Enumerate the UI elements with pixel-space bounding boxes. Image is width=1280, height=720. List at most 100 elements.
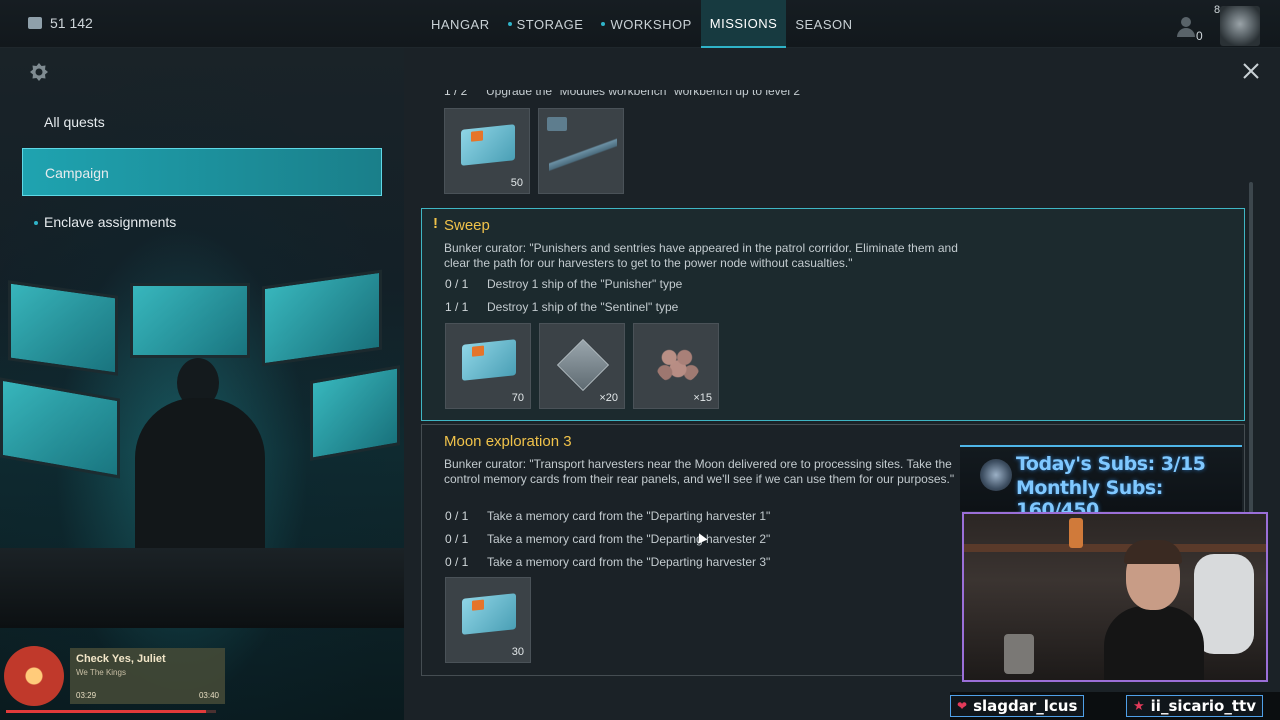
category-enclave-assignments[interactable]: Enclave assignments: [22, 198, 382, 246]
reward-quantity: 50: [510, 177, 523, 189]
game-window: 51 142 HANGAR STORAGE WORKSHOP MISSIONS …: [0, 0, 1280, 720]
reward-item-ore[interactable]: ×15: [633, 323, 719, 409]
friend-icon-body: [1177, 28, 1195, 37]
top-bar: 51 142 HANGAR STORAGE WORKSHOP MISSIONS …: [0, 0, 1280, 48]
skull-badge-icon: [980, 459, 1012, 491]
quest-categories-panel: All quests Campaign Enclave assignments: [0, 48, 404, 720]
tab-label: STORAGE: [516, 16, 584, 32]
notification-dot-icon: [34, 221, 38, 226]
reward-item-card[interactable]: 30: [445, 577, 531, 663]
silhouette-body: [135, 398, 265, 558]
ore-pile-icon: [656, 346, 700, 384]
tab-storage[interactable]: STORAGE: [499, 0, 593, 48]
objective-progress: 1 / 2: [444, 90, 468, 98]
settings-gear-icon[interactable]: [29, 62, 49, 82]
objective-progress: 0 / 1: [445, 555, 469, 569]
objective-text: Destroy 1 ship of the "Sentinel" type: [487, 300, 679, 314]
quest-card-sweep[interactable]: ! Sweep Bunker curator: "Punishers and s…: [421, 208, 1245, 421]
reward-item-card[interactable]: 50: [444, 108, 530, 194]
player-level: 8: [1214, 4, 1221, 16]
now-playing-widget: Check Yes, Juliet We The Kings 03:29 03:…: [0, 646, 230, 716]
friends-count: 0: [1196, 29, 1203, 43]
monitor-shape: [8, 280, 118, 376]
song-title: Check Yes, Juliet: [76, 653, 166, 665]
song-progress-fill: [6, 710, 206, 713]
star-icon: ★: [1133, 698, 1145, 714]
currency-display: 51 142: [28, 15, 93, 31]
objective-progress: 0 / 1: [445, 509, 469, 523]
webcam-feed: [962, 512, 1268, 682]
song-progress-bar: [6, 710, 216, 713]
monitor-shape: [0, 377, 120, 479]
quest-description: Bunker curator: "Transport harvesters ne…: [444, 457, 955, 486]
tab-hangar[interactable]: HANGAR: [422, 0, 499, 48]
category-label: Enclave assignments: [44, 214, 177, 230]
objective-progress: 0 / 1: [445, 532, 469, 546]
tab-season[interactable]: SEASON: [786, 0, 861, 48]
notification-dot-icon: [601, 22, 606, 26]
album-art-icon: [4, 646, 64, 706]
notification-dot-icon: [507, 22, 512, 26]
player-avatar[interactable]: 8: [1214, 4, 1260, 46]
song-total: 03:40: [198, 691, 219, 700]
reward-quantity: ×20: [599, 392, 618, 404]
rewards-row: 70 ×20 ×15: [445, 323, 719, 409]
close-icon[interactable]: [1242, 62, 1260, 80]
streamer-figure: [1104, 540, 1204, 680]
objective-row: 1 / 2 Upgrade the "Modules workbench" wo…: [444, 90, 800, 98]
reward-quantity: 30: [511, 646, 524, 658]
tab-missions[interactable]: MISSIONS: [700, 0, 787, 48]
objective-row: 1 / 1 Destroy 1 ship of the "Sentinel" t…: [445, 300, 678, 314]
access-card-icon: [462, 339, 516, 381]
category-label: All quests: [44, 114, 105, 130]
rewards-row: 30: [445, 577, 531, 663]
objective-row: 0 / 1 Take a memory card from the "Depar…: [445, 532, 770, 546]
metal-plates-icon: [556, 338, 610, 392]
objective-text: Destroy 1 ship of the "Punisher" type: [487, 277, 683, 291]
song-artist: We The Kings: [76, 668, 126, 677]
friends-button[interactable]: 0: [1174, 11, 1203, 43]
tab-label: SEASON: [795, 16, 853, 32]
subs-goal-overlay: Today's Subs: 3/15 Monthly Subs: 160/450: [960, 445, 1242, 521]
access-card-icon: [461, 124, 515, 166]
monitor-shape: [262, 269, 382, 367]
streamer-body: [1104, 606, 1204, 680]
monitor-shape: [310, 365, 400, 461]
quest-title: Moon exploration 3: [444, 433, 572, 450]
tab-label: HANGAR: [431, 16, 490, 32]
objective-row: 0 / 1 Destroy 1 ship of the "Punisher" t…: [445, 277, 682, 291]
objective-row: 0 / 1 Take a memory card from the "Depar…: [445, 509, 770, 523]
name-text: slagdar_lcus: [973, 697, 1078, 715]
weapon-blueprint-icon: [547, 117, 617, 179]
name-tag-left: ❤ slagdar_lcus: [950, 695, 1085, 717]
reward-item-weapon[interactable]: [538, 108, 624, 194]
streamer-names-bar: ❤ slagdar_lcus ★ ii_sicario_ttv: [950, 692, 1280, 720]
subs-today: Today's Subs: 3/15: [1016, 453, 1206, 475]
tab-label: WORKSHOP: [610, 16, 692, 32]
reward-item-card[interactable]: 70: [445, 323, 531, 409]
monitor-shape: [130, 283, 250, 358]
currency-value: 51 142: [50, 15, 93, 31]
mug-shape: [1004, 634, 1034, 674]
heart-icon: ❤: [957, 699, 968, 713]
tab-label: MISSIONS: [709, 15, 778, 31]
quest-title: Sweep: [444, 217, 490, 234]
objective-text: Take a memory card from the "Departing h…: [487, 555, 771, 569]
song-elapsed: 03:29: [76, 691, 97, 700]
category-all-quests[interactable]: All quests: [22, 98, 382, 146]
objective-text: Take a memory card from the "Departing h…: [487, 509, 771, 523]
objective-row: 0 / 1 Take a memory card from the "Depar…: [445, 555, 770, 569]
main-nav: HANGAR STORAGE WORKSHOP MISSIONS SEASON: [422, 0, 862, 48]
currency-icon: [28, 17, 42, 29]
tab-workshop[interactable]: WORKSHOP: [592, 0, 700, 48]
streamer-hair: [1124, 540, 1182, 564]
objective-progress: 0 / 1: [445, 277, 469, 291]
now-playing-panel: Check Yes, Juliet We The Kings 03:29 03:…: [70, 648, 225, 704]
reward-item-plates[interactable]: ×20: [539, 323, 625, 409]
category-campaign[interactable]: Campaign: [22, 148, 382, 196]
access-card-icon: [462, 593, 516, 635]
quest-category-list: All quests Campaign Enclave assignments: [22, 98, 382, 248]
objective-progress: 1 / 1: [445, 300, 469, 314]
reward-quantity: 70: [511, 392, 524, 404]
user-area: 0 8: [1174, 4, 1260, 46]
